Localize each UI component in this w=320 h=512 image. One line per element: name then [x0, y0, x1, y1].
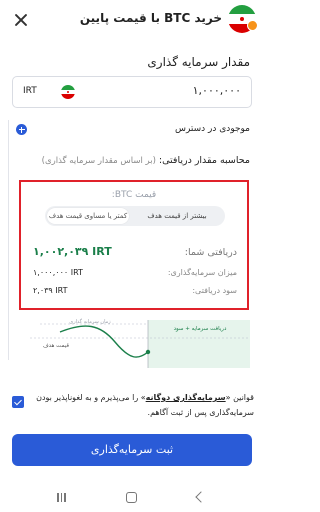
calc-subtitle: (بر اساس مقدار سرمایه گذاری) [41, 156, 156, 166]
submit-investment-button[interactable]: ثبت سرمایه‌گذاری [12, 434, 252, 466]
investment-label: مقدار سرمایه گذاری [147, 55, 250, 69]
agreement-text: قوانین «سرمایه‌گذاری دوگانه» را می‌پذیرم… [32, 390, 254, 420]
target-text: قیمت هدف [43, 343, 69, 349]
iran-flag-icon [61, 85, 75, 99]
balance-label: موجودی در دسترس [174, 124, 250, 134]
back-icon[interactable] [195, 491, 207, 503]
system-navbar [0, 482, 264, 512]
price-curve [59, 325, 149, 358]
receive-label: دریافتی شما: [184, 247, 237, 258]
agree-checkbox[interactable] [12, 396, 24, 408]
toggle-option-below[interactable]: کمتر یا مساوی قیمت هدف [47, 208, 129, 224]
toggle-option-above[interactable]: بیشتر از قیمت هدف [133, 206, 221, 226]
price-condition-toggle[interactable]: کمتر یا مساوی قیمت هدف بیشتر از قیمت هدف [45, 206, 225, 226]
price-label: قیمت BTC: [111, 190, 157, 200]
calc-title: محاسبه مقدار دریافتی: [158, 155, 250, 166]
amount-input[interactable] [121, 84, 241, 97]
profit-label: سود دریافتی: [192, 286, 237, 295]
rules-link[interactable]: سرمایه‌گذاری دوگانه [146, 393, 226, 402]
price-point [145, 349, 151, 355]
invest-value: ۱,۰۰۰,۰۰۰ IRT [33, 268, 83, 277]
add-balance-icon[interactable] [16, 124, 27, 135]
agreement-prefix: قوانین « [225, 393, 254, 402]
home-icon[interactable] [126, 492, 137, 503]
receive-value: ۱,۰۰۲,۰۳۹ IRT [33, 245, 112, 258]
period-text: زمان سرمایه گذاری [69, 318, 111, 325]
close-icon[interactable] [12, 11, 30, 29]
chart-svg: زمان سرمایه گذاری دریافت سرمایه + سود قی… [30, 318, 250, 368]
agreement-row: قوانین «سرمایه‌گذاری دوگانه» را می‌پذیرم… [12, 390, 254, 420]
recent-apps-icon[interactable] [57, 493, 66, 502]
illustration-chart: زمان سرمایه گذاری دریافت سرمایه + سود قی… [30, 316, 250, 368]
page-title: خرید BTC با قیمت پایین [79, 11, 222, 25]
calc-label: محاسبه مقدار دریافتی: (بر اساس مقدار سرم… [42, 155, 250, 166]
amount-field[interactable]: IRT [12, 76, 252, 108]
divider [8, 120, 9, 360]
currency-label: IRT [23, 86, 37, 96]
profit-value: ۲,۰۳۹ IRT [33, 286, 68, 295]
bitcoin-icon [247, 20, 258, 31]
invest-label: میزان سرمایه‌گذاری: [167, 268, 237, 277]
header: خرید BTC با قیمت پایین [0, 0, 264, 40]
receive-text: دریافت سرمایه + سود [174, 326, 227, 332]
summary-box: قیمت BTC: کمتر یا مساوی قیمت هدف بیشتر ا… [19, 180, 249, 310]
